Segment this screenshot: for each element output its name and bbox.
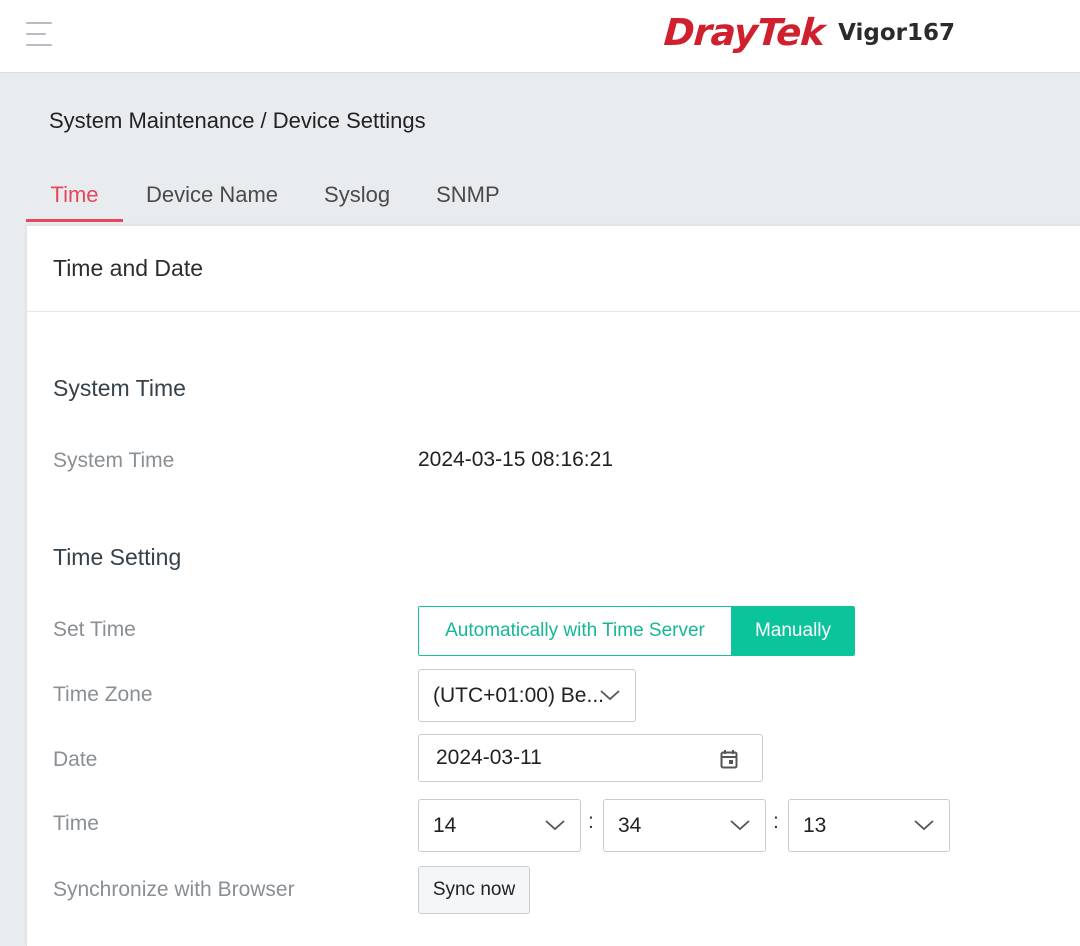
- second-select[interactable]: 13: [788, 799, 950, 852]
- sync-browser-label: Synchronize with Browser: [53, 878, 295, 901]
- set-time-label: Set Time: [53, 618, 136, 641]
- time-setting-section-title: Time Setting: [53, 544, 182, 570]
- panel-header: Time and Date: [27, 226, 1080, 312]
- panel-title: Time and Date: [53, 255, 203, 281]
- time-zone-value: (UTC+01:00) Be...: [433, 683, 604, 707]
- menu-icon[interactable]: [26, 22, 54, 46]
- time-zone-label: Time Zone: [53, 683, 153, 706]
- minute-value: 34: [618, 813, 642, 837]
- chevron-down-icon: [599, 688, 621, 702]
- time-zone-select[interactable]: (UTC+01:00) Be...: [418, 669, 636, 722]
- hour-value: 14: [433, 813, 457, 837]
- chevron-down-icon: [913, 818, 935, 832]
- time-separator: :: [773, 810, 779, 833]
- automatic-time-server-option[interactable]: Automatically with Time Server: [419, 607, 732, 655]
- model-name: Vigor167: [838, 20, 955, 46]
- logo: DrayTek Vigor167: [662, 10, 955, 56]
- second-value: 13: [803, 813, 827, 837]
- date-input[interactable]: 2024-03-11: [418, 734, 763, 782]
- chevron-down-icon: [729, 818, 751, 832]
- tab-syslog[interactable]: Syslog: [324, 174, 390, 222]
- time-separator: :: [588, 810, 594, 833]
- system-time-label: System Time: [53, 449, 175, 472]
- time-and-date-panel: Time and Date System Time System Time 20…: [26, 226, 1080, 946]
- system-time-value: 2024-03-15 08:16:21: [418, 448, 613, 471]
- calendar-icon[interactable]: [720, 749, 738, 769]
- tab-snmp[interactable]: SNMP: [436, 174, 500, 222]
- sync-now-button[interactable]: Sync now: [418, 866, 530, 914]
- set-time-toggle: Automatically with Time Server Manually: [418, 606, 855, 656]
- time-label: Time: [53, 812, 99, 835]
- brand-logo: DrayTek: [662, 11, 826, 54]
- minute-select[interactable]: 34: [603, 799, 766, 852]
- date-label: Date: [53, 748, 98, 771]
- manual-option[interactable]: Manually: [732, 607, 854, 655]
- top-bar: DrayTek Vigor167: [0, 0, 1080, 73]
- tab-device-name[interactable]: Device Name: [146, 174, 278, 222]
- system-time-section-title: System Time: [53, 375, 186, 401]
- tab-time[interactable]: Time: [26, 174, 123, 222]
- chevron-down-icon: [544, 818, 566, 832]
- hour-select[interactable]: 14: [418, 799, 581, 852]
- breadcrumb: System Maintenance / Device Settings: [49, 108, 426, 133]
- tab-bar: Time Device Name Syslog SNMP: [26, 174, 500, 222]
- date-value: 2024-03-11: [436, 746, 542, 769]
